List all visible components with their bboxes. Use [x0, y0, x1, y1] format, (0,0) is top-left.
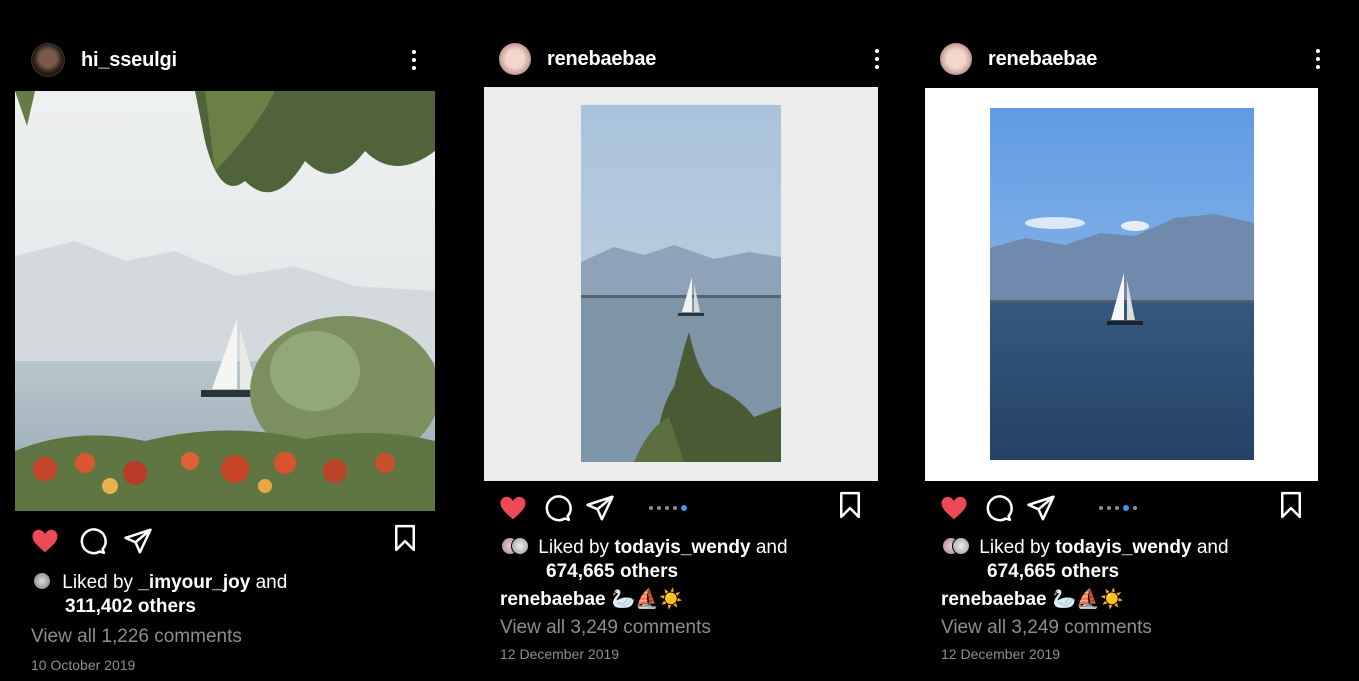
post-header: renebaebae	[940, 42, 1335, 76]
carousel-dot	[665, 506, 669, 510]
more-icon[interactable]	[874, 49, 880, 69]
more-icon[interactable]	[411, 50, 417, 70]
more-icon[interactable]	[1315, 49, 1321, 69]
liker-avatar	[952, 537, 970, 555]
caption-text: 🦢⛵☀️	[611, 589, 683, 610]
avatar[interactable]	[31, 43, 65, 77]
caption-text: 🦢⛵☀️	[1052, 589, 1124, 610]
carousel-dot-active	[1123, 505, 1129, 511]
carousel-dot	[1107, 506, 1111, 510]
action-bar	[0, 523, 450, 558]
post-card: hi_sseulgi Liked by _imyour_joy and 311,…	[0, 0, 450, 681]
comment-icon[interactable]	[542, 493, 572, 523]
avatar[interactable]	[940, 43, 972, 75]
sailboat-photo	[581, 105, 781, 462]
carousel-dot	[1099, 506, 1103, 510]
caption: renebaebae 🦢⛵☀️	[500, 587, 683, 611]
post-date: 10 October 2019	[31, 657, 136, 673]
carousel-dot-active	[681, 505, 687, 511]
share-icon[interactable]	[1026, 493, 1056, 523]
action-bar	[911, 490, 1331, 525]
post-photo[interactable]	[925, 88, 1318, 481]
heart-icon[interactable]	[498, 493, 528, 523]
heart-icon[interactable]	[939, 493, 969, 523]
view-comments-link[interactable]: View all 1,226 comments	[31, 626, 242, 648]
liker-username[interactable]: _imyour_joy	[138, 572, 250, 593]
likes-others[interactable]: 311,402 others	[65, 596, 196, 617]
likes-others[interactable]: 674,665 others	[546, 561, 678, 582]
caption-username[interactable]: renebaebae	[941, 589, 1047, 610]
likes-others[interactable]: 674,665 others	[987, 561, 1119, 582]
sailboat-photo	[15, 91, 435, 511]
comment-icon[interactable]	[77, 526, 107, 556]
carousel-dot	[673, 506, 677, 510]
heart-icon[interactable]	[30, 526, 60, 556]
share-icon[interactable]	[123, 526, 153, 556]
share-icon[interactable]	[585, 493, 615, 523]
carousel-dot	[1115, 506, 1119, 510]
liker-username[interactable]: todayis_wendy	[1055, 537, 1191, 558]
username[interactable]: hi_sseulgi	[81, 49, 177, 72]
bookmark-icon[interactable]	[1276, 490, 1306, 520]
carousel-dot	[649, 506, 653, 510]
username[interactable]: renebaebae	[547, 48, 656, 71]
view-comments-link[interactable]: View all 3,249 comments	[500, 617, 711, 639]
comment-icon[interactable]	[983, 493, 1013, 523]
likes-summary[interactable]: Liked by todayis_wendy and 674,665 other…	[942, 536, 1322, 584]
likes-summary[interactable]: Liked by todayis_wendy and 674,665 other…	[501, 536, 881, 584]
post-date: 12 December 2019	[500, 646, 620, 662]
post-date: 12 December 2019	[941, 646, 1061, 662]
post-photo[interactable]	[484, 87, 878, 481]
post-header: hi_sseulgi	[31, 43, 431, 77]
avatar[interactable]	[499, 43, 531, 75]
post-card: renebaebae Liked by todayis_wendy and 67…	[911, 0, 1331, 681]
carousel-dot	[1133, 506, 1137, 510]
caption: renebaebae 🦢⛵☀️	[941, 587, 1124, 611]
bookmark-icon[interactable]	[390, 523, 420, 553]
liker-avatar	[511, 537, 529, 555]
liker-username[interactable]: todayis_wendy	[614, 537, 750, 558]
post-card: renebaebae Liked by todayis_wendy and 67…	[470, 0, 890, 681]
carousel-indicator	[1099, 505, 1137, 511]
bookmark-icon[interactable]	[835, 490, 865, 520]
view-comments-link[interactable]: View all 3,249 comments	[941, 617, 1152, 639]
action-bar	[470, 490, 890, 525]
carousel-indicator	[649, 505, 687, 511]
caption-username[interactable]: renebaebae	[500, 589, 606, 610]
liker-avatar	[33, 572, 51, 590]
carousel-dot	[657, 506, 661, 510]
post-photo[interactable]	[15, 91, 435, 511]
likes-summary[interactable]: Liked by _imyour_joy and 311,402 others	[33, 571, 433, 619]
sailboat-photo	[990, 108, 1254, 460]
username[interactable]: renebaebae	[988, 48, 1097, 71]
post-header: renebaebae	[499, 42, 894, 76]
